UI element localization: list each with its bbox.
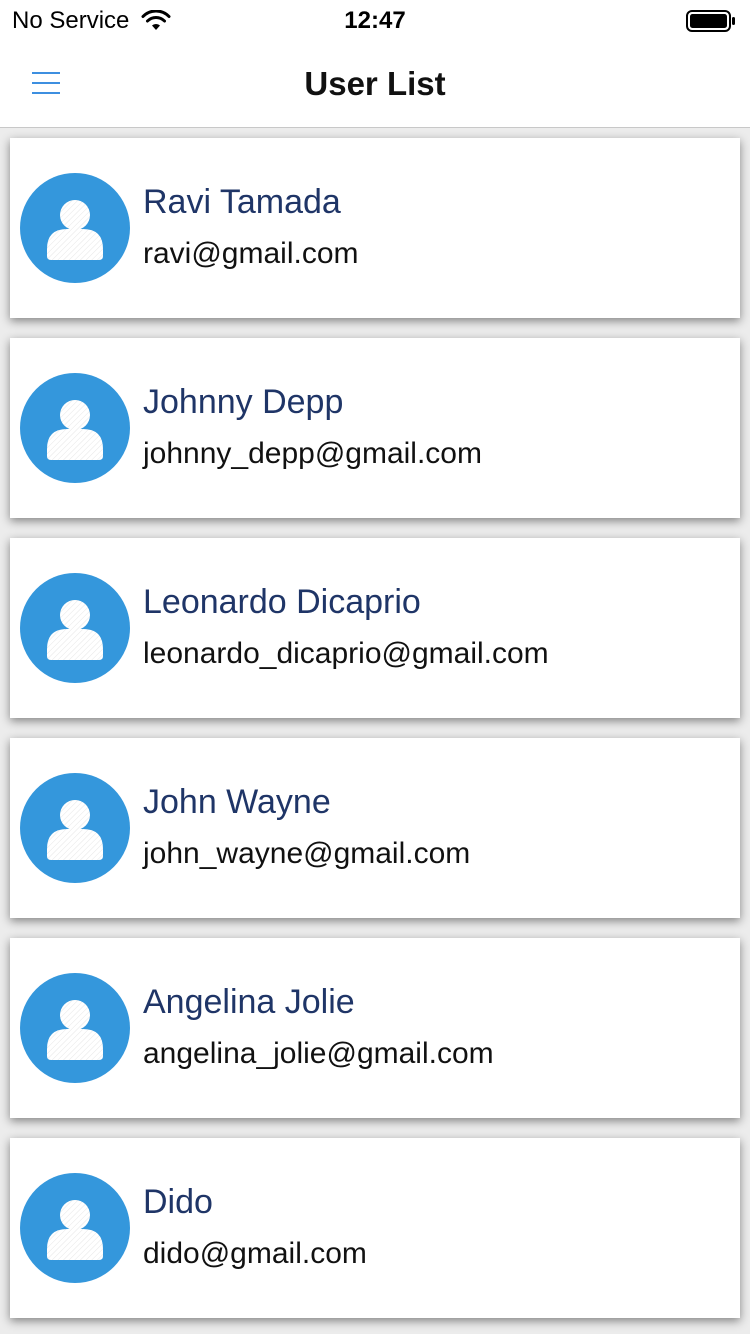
avatar (20, 373, 130, 483)
user-email: john_wayne@gmail.com (143, 837, 471, 870)
user-avatar-icon (47, 800, 103, 860)
user-name: Angelina Jolie (143, 983, 355, 1021)
avatar (20, 573, 130, 683)
user-avatar-icon (47, 1000, 103, 1060)
user-name: John Wayne (143, 783, 331, 821)
user-email: angelina_jolie@gmail.com (143, 1037, 494, 1070)
user-card[interactable]: Dido dido@gmail.com (10, 1138, 740, 1318)
user-email: leonardo_dicaprio@gmail.com (143, 637, 549, 670)
battery-icon (686, 10, 735, 32)
user-avatar-icon (47, 200, 103, 260)
page-title: User List (304, 65, 446, 102)
avatar (20, 1173, 130, 1283)
user-card[interactable]: Ravi Tamada ravi@gmail.com (10, 138, 740, 318)
user-avatar-icon (47, 400, 103, 460)
user-name: Ravi Tamada (143, 183, 341, 221)
user-email: ravi@gmail.com (143, 237, 359, 270)
user-card[interactable]: Leonardo Dicaprio leonardo_dicaprio@gmail… (10, 538, 740, 718)
status-bar: No Service 12:47 (0, 0, 750, 40)
user-email: dido@gmail.com (143, 1237, 367, 1270)
user-avatar-icon (47, 600, 103, 660)
navigation-bar: User List (0, 40, 750, 128)
avatar (20, 773, 130, 883)
user-card[interactable]: Johnny Depp johnny_depp@gmail.com (10, 338, 740, 518)
user-card[interactable]: John Wayne john_wayne@gmail.com (10, 738, 740, 918)
avatar (20, 173, 130, 283)
user-email: johnny_depp@gmail.com (143, 437, 482, 470)
status-time: 12:47 (344, 7, 406, 34)
user-name: Johnny Depp (143, 383, 344, 421)
user-card[interactable]: Angelina Jolie angelina_jolie@gmail.com (10, 938, 740, 1118)
user-avatar-icon (47, 1200, 103, 1260)
user-name: Leonardo Dicaprio (143, 583, 421, 621)
user-name: Dido (143, 1183, 213, 1221)
avatar (20, 973, 130, 1083)
user-list[interactable]: Ravi Tamada ravi@gmail.com Johnny Depp john… (0, 128, 750, 1334)
